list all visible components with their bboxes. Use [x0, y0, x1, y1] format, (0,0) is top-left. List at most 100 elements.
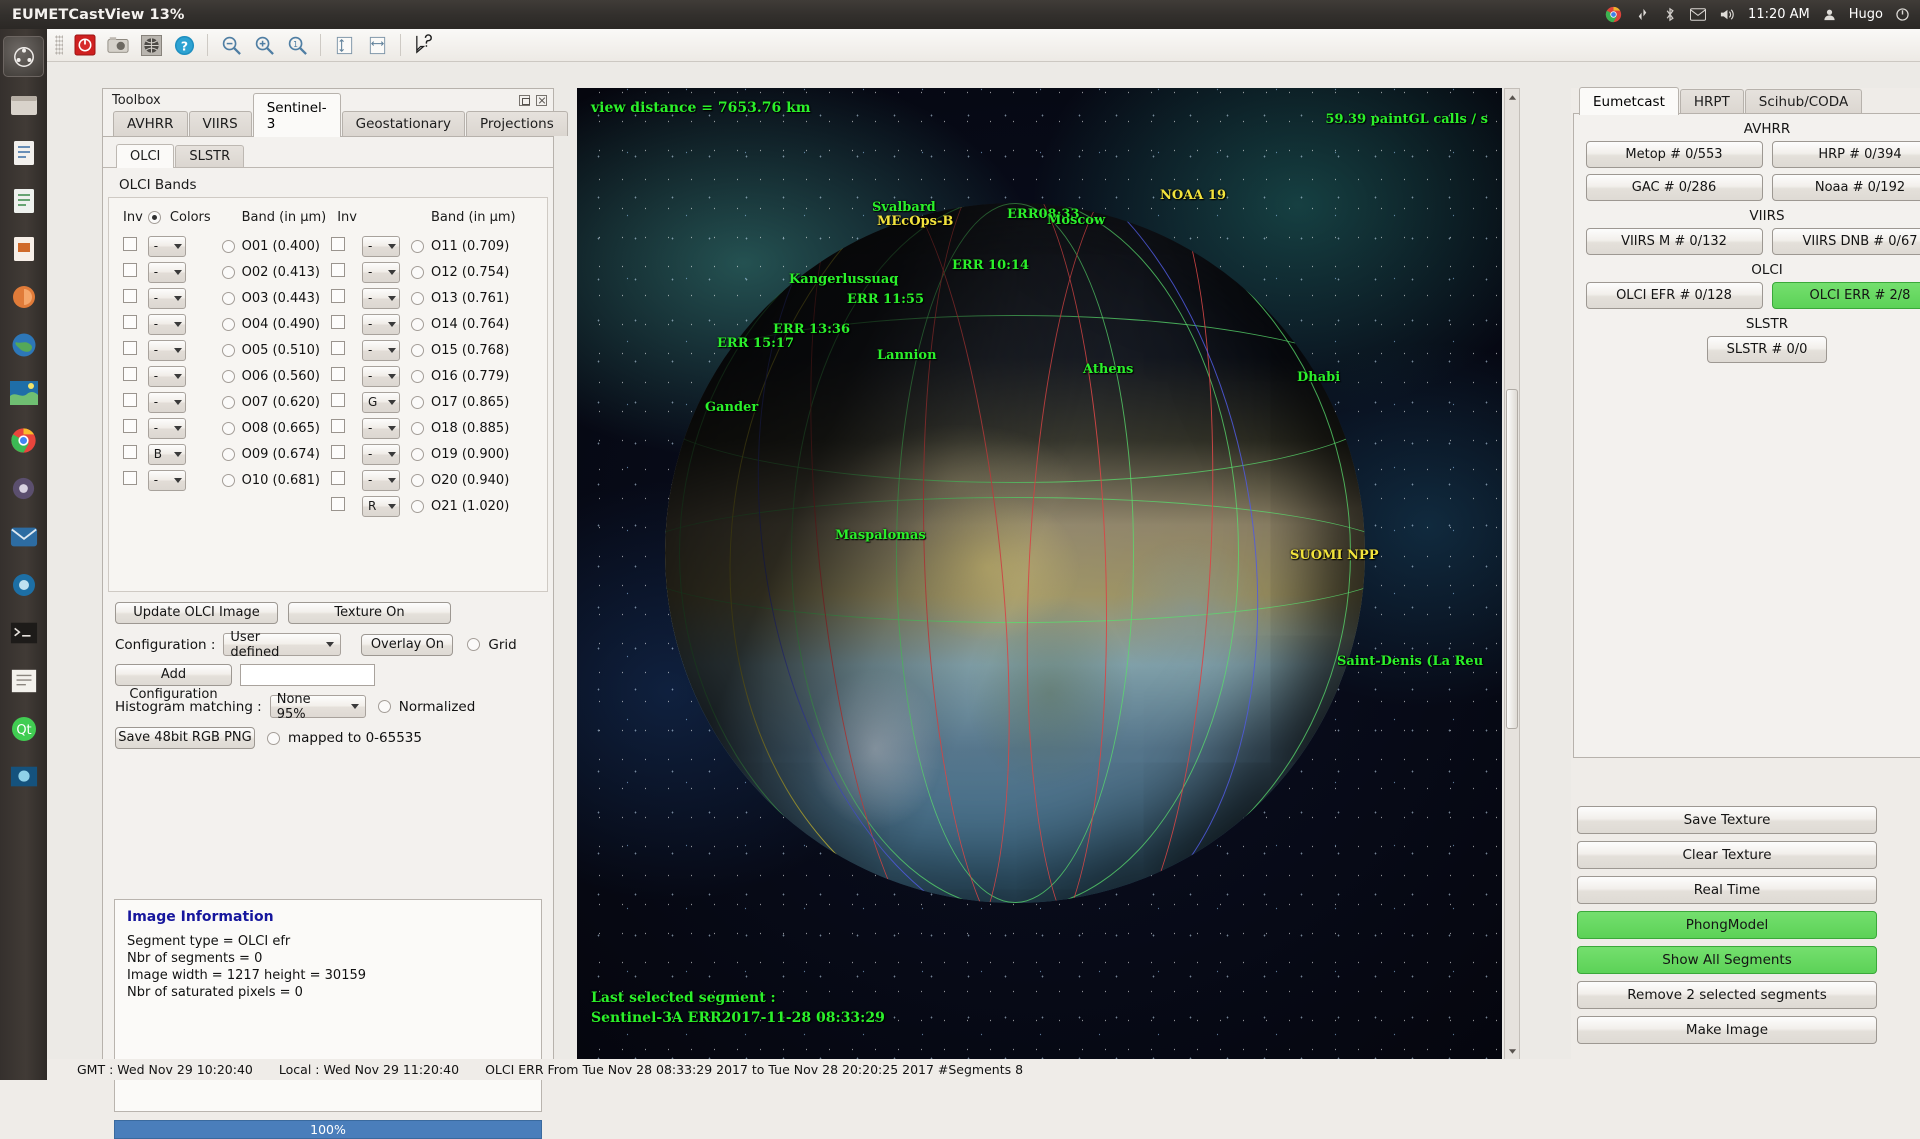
subtab-olci[interactable]: OLCI — [116, 144, 174, 168]
launcher-item-tools[interactable] — [3, 564, 44, 605]
chrome-icon[interactable] — [1605, 6, 1622, 23]
color-select-right-10[interactable]: R — [362, 496, 400, 517]
launcher-item-sat[interactable] — [3, 756, 44, 797]
tab-scihub-coda[interactable]: Scihub/CODA — [1745, 89, 1862, 114]
color-select-left-1[interactable]: - — [148, 262, 186, 283]
band-radio-left-2[interactable] — [222, 292, 235, 305]
band-radio-left-0[interactable] — [222, 240, 235, 253]
inv-checkbox-left-5[interactable] — [123, 367, 137, 381]
segment-button-3-0-0[interactable]: SLSTR # 0/0 — [1707, 336, 1827, 363]
zoom-in-icon[interactable] — [249, 31, 279, 59]
band-radio-left-9[interactable] — [222, 474, 235, 487]
inv-checkbox-left-9[interactable] — [123, 471, 137, 485]
whats-this-icon[interactable] — [409, 31, 439, 59]
camera-icon[interactable] — [103, 31, 133, 59]
inv-checkbox-left-6[interactable] — [123, 393, 137, 407]
launcher-item-thunderbird[interactable] — [3, 516, 44, 557]
color-select-right-3[interactable]: - — [362, 314, 400, 335]
band-radio-right-8[interactable] — [411, 448, 424, 461]
user-avatar-icon[interactable] — [1823, 8, 1836, 21]
segment-button-0-1-0[interactable]: GAC # 0/286 — [1586, 174, 1763, 201]
normalized-radio[interactable] — [378, 700, 391, 713]
zoom-one-icon[interactable]: 1 — [282, 31, 312, 59]
inv-checkbox-right-5[interactable] — [331, 367, 345, 381]
band-radio-right-9[interactable] — [411, 474, 424, 487]
tab-projections[interactable]: Projections — [466, 111, 568, 136]
color-select-left-9[interactable]: - — [148, 470, 186, 491]
band-radio-left-7[interactable] — [222, 422, 235, 435]
update-olci-image-button[interactable]: Update OLCI Image — [115, 602, 278, 624]
color-select-left-3[interactable]: - — [148, 314, 186, 335]
histogram-matching-select[interactable]: None 95% — [270, 695, 366, 718]
color-select-left-0[interactable]: - — [148, 236, 186, 257]
action-button-save-texture[interactable]: Save Texture — [1577, 806, 1877, 834]
segment-button-0-1-1[interactable]: Noaa # 0/192 — [1772, 174, 1920, 201]
inv-checkbox-left-7[interactable] — [123, 419, 137, 433]
globe-icon[interactable] — [136, 31, 166, 59]
band-radio-right-4[interactable] — [411, 344, 424, 357]
launcher-item-software[interactable] — [3, 276, 44, 317]
launcher-item-earth[interactable] — [3, 324, 44, 365]
band-radio-right-7[interactable] — [411, 422, 424, 435]
launcher-item-calc[interactable] — [3, 180, 44, 221]
scrollbar-thumb[interactable] — [1506, 389, 1518, 729]
network-icon[interactable] — [1635, 7, 1650, 22]
scroll-down-icon[interactable] — [1505, 1044, 1519, 1058]
subtab-slstr[interactable]: SLSTR — [175, 145, 244, 167]
exit-icon[interactable] — [70, 31, 100, 59]
band-radio-right-10[interactable] — [411, 500, 424, 513]
add-configuration-button[interactable]: Add Configuration — [115, 664, 232, 686]
band-radio-right-6[interactable] — [411, 396, 424, 409]
band-radio-left-3[interactable] — [222, 318, 235, 331]
tab-sentinel-3[interactable]: Sentinel-3 — [253, 93, 341, 137]
tab-hrpt[interactable]: HRPT — [1680, 89, 1744, 114]
band-radio-right-1[interactable] — [411, 266, 424, 279]
color-select-left-2[interactable]: - — [148, 288, 186, 309]
toolbar-grip[interactable] — [55, 35, 63, 55]
inv-checkbox-right-10[interactable] — [331, 497, 345, 511]
volume-icon[interactable] — [1719, 7, 1735, 22]
inv-checkbox-left-2[interactable] — [123, 289, 137, 303]
fit-width-icon[interactable] — [362, 31, 392, 59]
launcher-item-writer[interactable] — [3, 132, 44, 173]
grid-radio[interactable] — [467, 638, 480, 651]
launcher-item-editor[interactable] — [3, 660, 44, 701]
color-select-right-8[interactable]: - — [362, 444, 400, 465]
inv-checkbox-right-0[interactable] — [331, 237, 345, 251]
band-radio-left-4[interactable] — [222, 344, 235, 357]
segment-button-2-0-0[interactable]: OLCI EFR # 0/128 — [1586, 282, 1763, 309]
gl-vertical-scrollbar[interactable] — [1504, 88, 1520, 1060]
segment-button-0-0-0[interactable]: Metop # 0/553 — [1586, 141, 1763, 168]
launcher-item-chrome[interactable] — [3, 420, 44, 461]
color-select-left-7[interactable]: - — [148, 418, 186, 439]
band-radio-left-5[interactable] — [222, 370, 235, 383]
launcher-item-eumetcastview[interactable] — [3, 372, 44, 413]
inv-checkbox-right-2[interactable] — [331, 289, 345, 303]
launcher-item-settings[interactable] — [3, 468, 44, 509]
mail-icon[interactable] — [1690, 8, 1706, 21]
inv-checkbox-left-3[interactable] — [123, 315, 137, 329]
colors-radio[interactable] — [148, 211, 161, 224]
launcher-item-terminal[interactable] — [3, 612, 44, 653]
band-radio-left-6[interactable] — [222, 396, 235, 409]
color-select-right-4[interactable]: - — [362, 340, 400, 361]
inv-checkbox-left-4[interactable] — [123, 341, 137, 355]
power-menu-icon[interactable] — [1896, 8, 1909, 21]
band-radio-right-3[interactable] — [411, 318, 424, 331]
inv-checkbox-left-8[interactable] — [123, 445, 137, 459]
fit-height-icon[interactable] — [329, 31, 359, 59]
segment-button-1-0-0[interactable]: VIIRS M # 0/132 — [1586, 228, 1763, 255]
color-select-left-6[interactable]: - — [148, 392, 186, 413]
configuration-select[interactable]: User defined — [223, 633, 341, 656]
tab-geostationary[interactable]: Geostationary — [342, 111, 465, 136]
close-icon[interactable] — [536, 95, 547, 106]
color-select-left-4[interactable]: - — [148, 340, 186, 361]
color-select-right-1[interactable]: - — [362, 262, 400, 283]
action-button-real-time[interactable]: Real Time — [1577, 876, 1877, 904]
band-radio-right-5[interactable] — [411, 370, 424, 383]
segment-button-1-0-1[interactable]: VIIRS DNB # 0/67 — [1772, 228, 1920, 255]
inv-checkbox-left-1[interactable] — [123, 263, 137, 277]
mapped-radio[interactable] — [267, 732, 280, 745]
inv-checkbox-right-4[interactable] — [331, 341, 345, 355]
band-radio-right-0[interactable] — [411, 240, 424, 253]
